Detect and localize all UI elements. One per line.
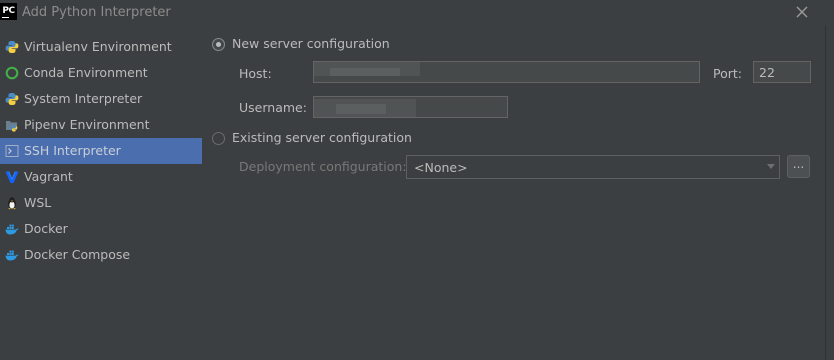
username-label: Username: (239, 100, 307, 115)
dialog-title: Add Python Interpreter (22, 5, 171, 20)
deployment-configuration-dropdown[interactable]: <None> (406, 155, 780, 179)
sidebar-item-label: Virtualenv Environment (24, 39, 172, 54)
pipenv-icon (6, 121, 18, 132)
python-icon (5, 93, 19, 105)
host-redacted-area (330, 68, 400, 76)
sidebar-item-docker[interactable]: Docker (0, 216, 202, 242)
sidebar-item-label: Docker (24, 221, 68, 236)
browse-button[interactable]: ... (787, 155, 810, 178)
port-label: Port: (713, 66, 742, 81)
close-icon (796, 6, 808, 18)
deployment-configuration-label: Deployment configuration: (239, 159, 407, 174)
sidebar-item-ssh-interpreter[interactable]: SSH Interpreter (0, 138, 202, 164)
new-server-radio[interactable] (212, 38, 225, 51)
sidebar-item-virtualenv[interactable]: Virtualenv Environment (0, 34, 202, 60)
docker-icon (5, 224, 19, 235)
username-redacted-area (336, 104, 386, 114)
close-button[interactable] (793, 3, 811, 21)
sidebar-item-conda[interactable]: Conda Environment (0, 60, 202, 86)
sidebar-item-label: Conda Environment (24, 65, 148, 80)
title-bar: PC Add Python Interpreter (0, 0, 834, 26)
vagrant-icon (5, 171, 19, 183)
sidebar-item-system-interpreter[interactable]: System Interpreter (0, 86, 202, 112)
linux-penguin-icon (8, 197, 16, 210)
deployment-configuration-value: <None> (414, 160, 468, 175)
sidebar-item-label: Docker Compose (24, 247, 131, 262)
existing-server-label: Existing server configuration (232, 130, 412, 145)
ssh-terminal-icon (5, 145, 19, 157)
port-input[interactable] (753, 61, 811, 83)
pycharm-logo-icon: PC (0, 3, 17, 20)
docker-icon (5, 250, 19, 261)
sidebar-item-pipenv[interactable]: Pipenv Environment (0, 112, 202, 138)
chevron-down-icon (767, 164, 775, 169)
existing-server-radio[interactable] (212, 132, 225, 145)
sidebar-item-label: WSL (24, 195, 52, 210)
host-label: Host: (239, 66, 272, 81)
sidebar-item-label: SSH Interpreter (24, 143, 121, 158)
sidebar-item-label: System Interpreter (24, 91, 143, 106)
new-server-label: New server configuration (232, 36, 390, 51)
window-edge (825, 26, 826, 360)
sidebar-item-label: Pipenv Environment (24, 117, 150, 132)
sidebar-item-wsl[interactable]: WSL (0, 190, 202, 216)
add-python-interpreter-dialog: PC Add Python Interpreter Virtualenv Env… (0, 0, 834, 360)
sidebar-item-docker-compose[interactable]: Docker Compose (0, 242, 202, 268)
python-icon (5, 41, 19, 53)
sidebar-item-vagrant[interactable]: Vagrant (0, 164, 202, 190)
sidebar-item-label: Vagrant (24, 169, 73, 184)
conda-icon (5, 66, 19, 80)
interpreter-type-list: Virtualenv Environment Conda Environment… (0, 34, 202, 268)
